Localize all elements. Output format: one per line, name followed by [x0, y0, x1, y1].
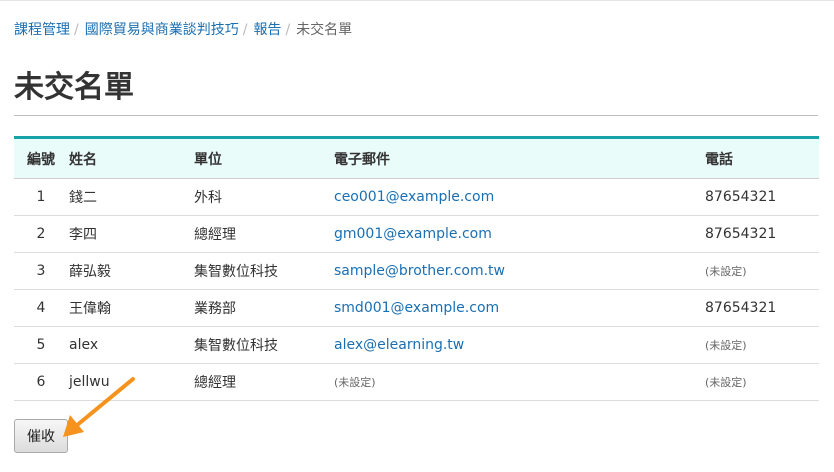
- email-link[interactable]: ceo001@example.com: [334, 189, 494, 205]
- cell-no: 6: [14, 363, 68, 401]
- email-link[interactable]: alex@elearning.tw: [334, 337, 464, 353]
- table-row: 6 jellwu 總經理 (未設定) (未設定): [14, 363, 819, 401]
- cell-email: (未設定): [334, 363, 705, 401]
- cell-email: gm001@example.com: [334, 215, 705, 253]
- cell-phone: (未設定): [705, 363, 819, 401]
- table-row: 3 薛弘毅 集智數位科技 sample@brother.com.tw (未設定): [14, 252, 819, 290]
- cell-no: 3: [14, 252, 68, 290]
- table-header-row: 編號 姓名 單位 電子郵件 電話: [14, 136, 819, 179]
- cell-no: 4: [14, 289, 68, 327]
- cell-email: alex@elearning.tw: [334, 326, 705, 364]
- breadcrumb-course[interactable]: 國際貿易與商業談判技巧: [85, 22, 239, 38]
- cell-name: jellwu: [68, 363, 194, 401]
- breadcrumb-current: 未交名單: [296, 22, 353, 38]
- breadcrumb-separator: /: [74, 22, 79, 38]
- cell-email: smd001@example.com: [334, 289, 705, 327]
- cell-phone: (未設定): [705, 252, 819, 290]
- cell-email: sample@brother.com.tw: [334, 252, 705, 290]
- cell-phone: 87654321: [705, 178, 819, 216]
- table-row: 5 alex 集智數位科技 alex@elearning.tw (未設定): [14, 326, 819, 364]
- phone-unset-text: (未設定): [705, 339, 747, 352]
- cell-name: 薛弘毅: [68, 252, 194, 290]
- breadcrumb-report[interactable]: 報告: [253, 22, 281, 38]
- cell-unit: 總經理: [194, 215, 334, 253]
- email-link[interactable]: sample@brother.com.tw: [334, 263, 505, 279]
- table-row: 4 王偉翰 業務部 smd001@example.com 87654321: [14, 289, 819, 327]
- cell-no: 1: [14, 178, 68, 216]
- cell-no: 5: [14, 326, 68, 364]
- phone-unset-text: (未設定): [705, 265, 747, 278]
- cell-email: ceo001@example.com: [334, 178, 705, 216]
- breadcrumb: 課程管理 / 國際貿易與商業談判技巧 / 報告 / 未交名單: [14, 21, 352, 39]
- cell-name: alex: [68, 326, 194, 364]
- column-header-phone: 電話: [705, 136, 819, 179]
- title-divider: [14, 115, 818, 116]
- cell-phone: 87654321: [705, 215, 819, 253]
- column-header-email: 電子郵件: [334, 136, 705, 179]
- cell-unit: 業務部: [194, 289, 334, 327]
- cell-phone: 87654321: [705, 289, 819, 327]
- cell-no: 2: [14, 215, 68, 253]
- table-row: 2 李四 總經理 gm001@example.com 87654321: [14, 215, 819, 253]
- table-row: 1 錢二 外科 ceo001@example.com 87654321: [14, 178, 819, 216]
- email-link[interactable]: smd001@example.com: [334, 300, 499, 316]
- breadcrumb-separator: /: [285, 22, 291, 38]
- not-submitted-table: 編號 姓名 單位 電子郵件 電話 1 錢二 外科 ceo001@example.…: [14, 136, 819, 401]
- cell-unit: 外科: [194, 178, 334, 216]
- email-unset-text: (未設定): [334, 376, 376, 389]
- page-title: 未交名單: [14, 70, 134, 105]
- cell-unit: 總經理: [194, 363, 334, 401]
- cell-name: 錢二: [68, 178, 194, 216]
- phone-unset-text: (未設定): [705, 376, 747, 389]
- breadcrumb-course-management[interactable]: 課程管理: [14, 22, 70, 38]
- top-divider: [0, 0, 834, 1]
- urge-button[interactable]: 催收: [14, 419, 68, 453]
- column-header-unit: 單位: [194, 136, 334, 179]
- breadcrumb-separator: /: [242, 22, 248, 38]
- cell-unit: 集智數位科技: [194, 326, 334, 364]
- column-header-name: 姓名: [68, 136, 194, 179]
- cell-unit: 集智數位科技: [194, 252, 334, 290]
- page: 課程管理 / 國際貿易與商業談判技巧 / 報告 / 未交名單 未交名單 編號 姓名 單位 電…: [0, 0, 834, 472]
- cell-name: 王偉翰: [68, 289, 194, 327]
- cell-phone: (未設定): [705, 326, 819, 364]
- email-link[interactable]: gm001@example.com: [334, 226, 492, 242]
- cell-name: 李四: [68, 215, 194, 253]
- column-header-no: 編號: [14, 136, 68, 179]
